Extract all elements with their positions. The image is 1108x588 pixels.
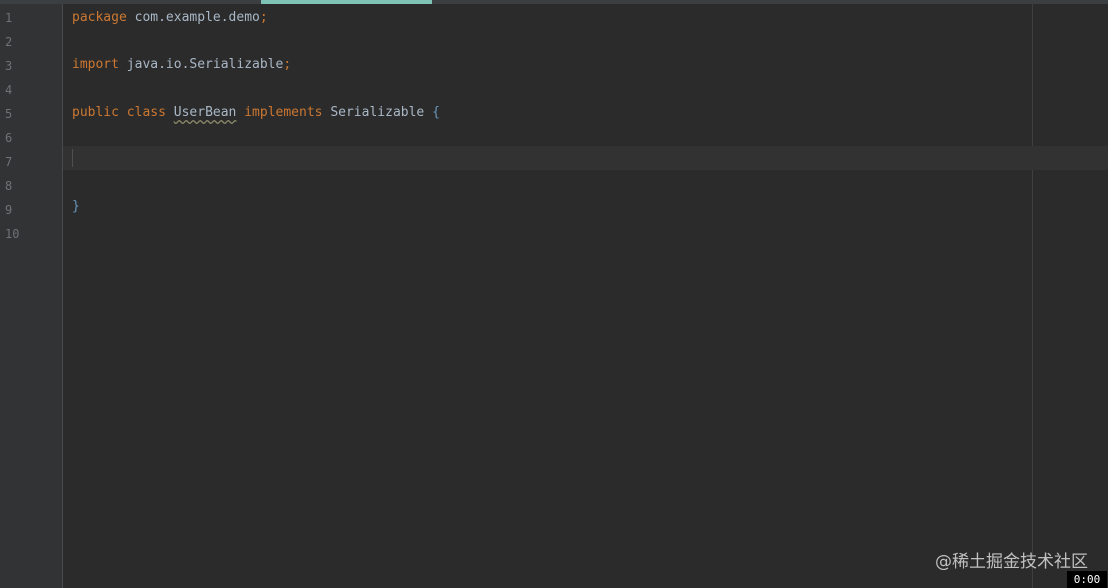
class-name-warning[interactable]: UserBean (174, 105, 237, 120)
keyword-package: package (72, 10, 127, 25)
interface-name: Serializable (330, 105, 425, 120)
line-number-5: 5 (5, 107, 13, 121)
close-brace: } (72, 199, 80, 214)
semicolon: ; (259, 10, 268, 25)
active-tab-indicator (261, 0, 432, 4)
text-caret (72, 149, 73, 167)
editor-tab-strip (0, 0, 1108, 4)
line-number-9: 9 (5, 203, 13, 217)
current-line-highlight (63, 146, 1108, 170)
watermark-text: @稀土掘金技术社区 (935, 552, 1088, 572)
import-path: java.io.Serializable (118, 57, 284, 72)
line-number-gutter[interactable]: 1 2 3 4 5 6 7 8 9 10 (0, 4, 63, 588)
semicolon: ; (283, 57, 292, 72)
line-number-2: 2 (5, 35, 13, 49)
keyword-public: public (72, 105, 119, 120)
line-number-3: 3 (5, 59, 13, 73)
open-brace: { (432, 105, 440, 120)
keyword-class: class (126, 105, 166, 120)
package-name: com.example.demo (126, 10, 260, 25)
code-line-class-declaration[interactable]: public class UserBean implements Seriali… (72, 101, 440, 125)
code-line-close-brace[interactable]: } (72, 195, 80, 219)
line-number-8: 8 (5, 179, 13, 193)
line-number-4: 4 (5, 83, 13, 97)
time-badge: 0:00 (1067, 571, 1107, 588)
code-line-package[interactable]: package com.example.demo; (72, 6, 268, 30)
line-number-7: 7 (5, 155, 13, 169)
right-margin-guide (1032, 4, 1033, 588)
keyword-implements: implements (244, 105, 323, 120)
line-number-1: 1 (5, 11, 13, 25)
code-editor[interactable]: 1 2 3 4 5 6 7 8 9 10 package com.example… (0, 0, 1108, 588)
line-number-10: 10 (5, 227, 20, 241)
keyword-import: import (72, 57, 119, 72)
line-number-6: 6 (5, 131, 13, 145)
code-line-import[interactable]: import java.io.Serializable; (72, 53, 291, 77)
